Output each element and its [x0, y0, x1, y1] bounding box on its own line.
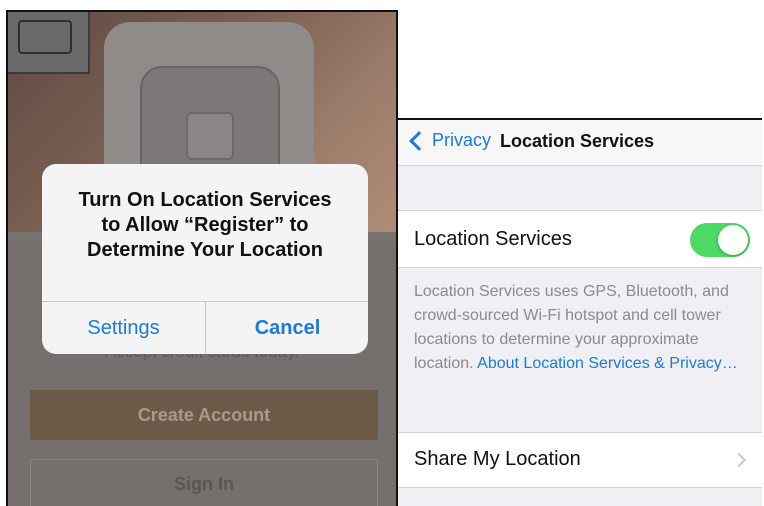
create-account-button[interactable]: Create Account — [30, 390, 378, 440]
location-services-description: Location Services uses GPS, Bluetooth, a… — [414, 280, 758, 376]
share-my-location-label: Share My Location — [414, 448, 581, 470]
location-services-settings-screen: Privacy Location Services Location Servi… — [396, 118, 762, 506]
card-chip-outline — [18, 20, 72, 54]
register-app-screen: Accept credit cards today. Create Accoun… — [6, 10, 398, 506]
screenshot-canvas: Accept credit cards today. Create Accoun… — [0, 0, 764, 506]
sign-in-button[interactable]: Sign In — [30, 459, 378, 506]
chevron-right-icon — [731, 452, 747, 468]
alert-title: Turn On Location Services to Allow “Regi… — [52, 188, 358, 263]
share-my-location-row[interactable]: Share My Location — [398, 432, 762, 488]
credit-card-image — [8, 12, 90, 74]
location-services-toggle[interactable] — [690, 223, 750, 257]
navigation-bar: Privacy Location Services — [398, 120, 762, 166]
settings-button[interactable]: Settings — [42, 302, 205, 354]
location-services-label: Location Services — [414, 228, 572, 250]
location-alert-dialog: Turn On Location Services to Allow “Regi… — [42, 164, 368, 354]
chevron-left-icon — [409, 130, 429, 151]
back-button-label: Privacy — [432, 130, 492, 150]
card-reader-chip — [186, 112, 234, 160]
alert-title-line: Determine Your Location — [87, 239, 323, 261]
about-location-privacy-link[interactable]: About Location Services & Privacy… — [477, 355, 738, 372]
alert-title-line: to Allow “Register” to — [101, 214, 309, 236]
cancel-button[interactable]: Cancel — [206, 302, 368, 354]
location-services-row: Location Services — [398, 210, 762, 268]
alert-title-line: Turn On Location Services — [78, 189, 332, 211]
toggle-knob — [718, 225, 748, 255]
page-title: Location Services — [500, 131, 655, 151]
back-button[interactable]: Privacy — [408, 130, 491, 151]
